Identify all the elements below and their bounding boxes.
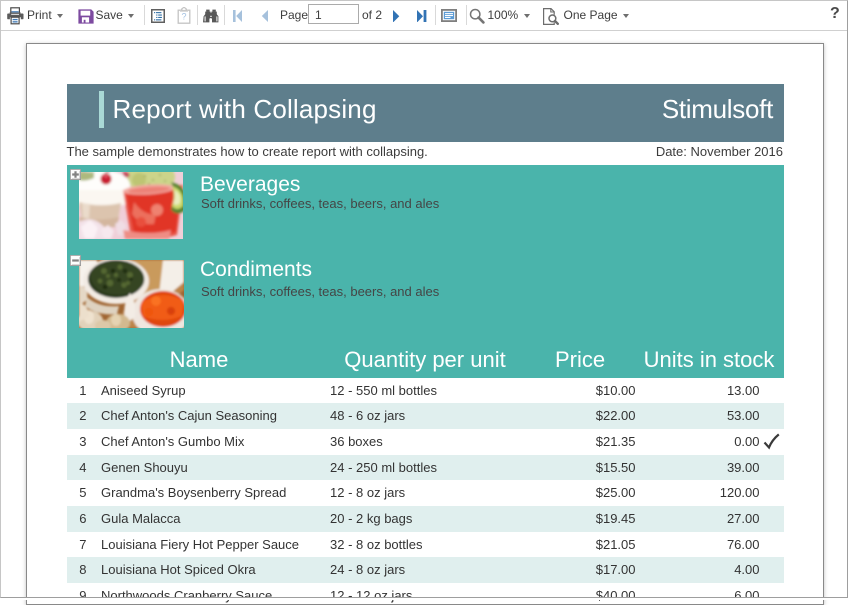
svg-text:?: ?: [181, 11, 186, 21]
